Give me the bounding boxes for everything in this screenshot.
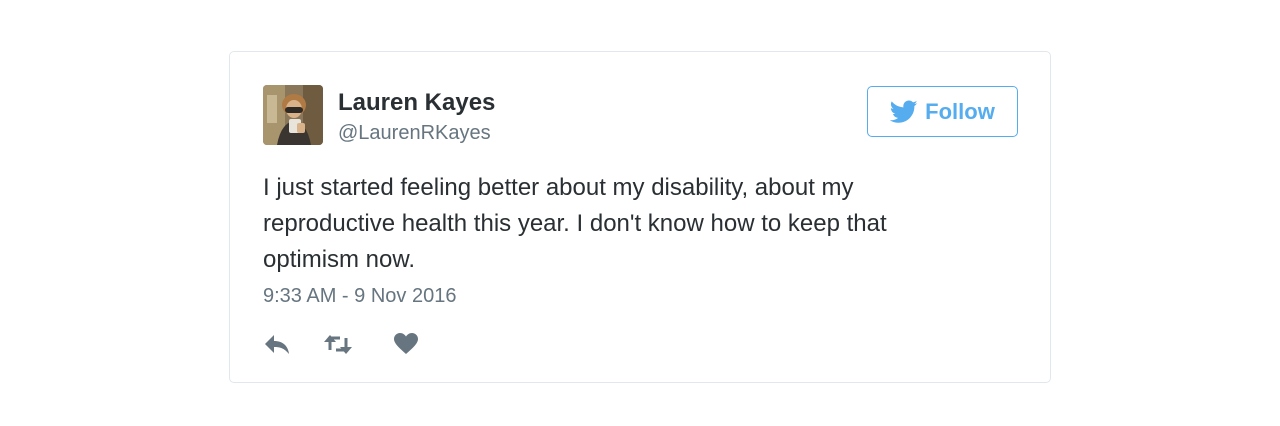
user-handle[interactable]: @LaurenRKayes	[338, 122, 491, 145]
retweet-icon	[324, 335, 352, 354]
tweet-card: Lauren Kayes @LaurenRKayes Follow I just…	[229, 51, 1051, 383]
heart-icon	[394, 333, 418, 354]
avatar-photo	[263, 85, 323, 145]
tweet-timestamp[interactable]: 9:33 AM - 9 Nov 2016	[263, 285, 456, 308]
tweet-text: I just started feeling better about my d…	[263, 174, 887, 273]
like-button[interactable]	[393, 332, 419, 356]
avatar[interactable]	[263, 85, 323, 145]
user-display-name[interactable]: Lauren Kayes	[338, 89, 495, 117]
reply-button[interactable]	[263, 332, 291, 356]
twitter-bird-icon	[890, 99, 918, 123]
follow-button[interactable]: Follow	[867, 86, 1018, 137]
retweet-button[interactable]	[323, 332, 353, 356]
follow-button-label: Follow	[925, 98, 995, 124]
reply-icon	[265, 335, 289, 354]
